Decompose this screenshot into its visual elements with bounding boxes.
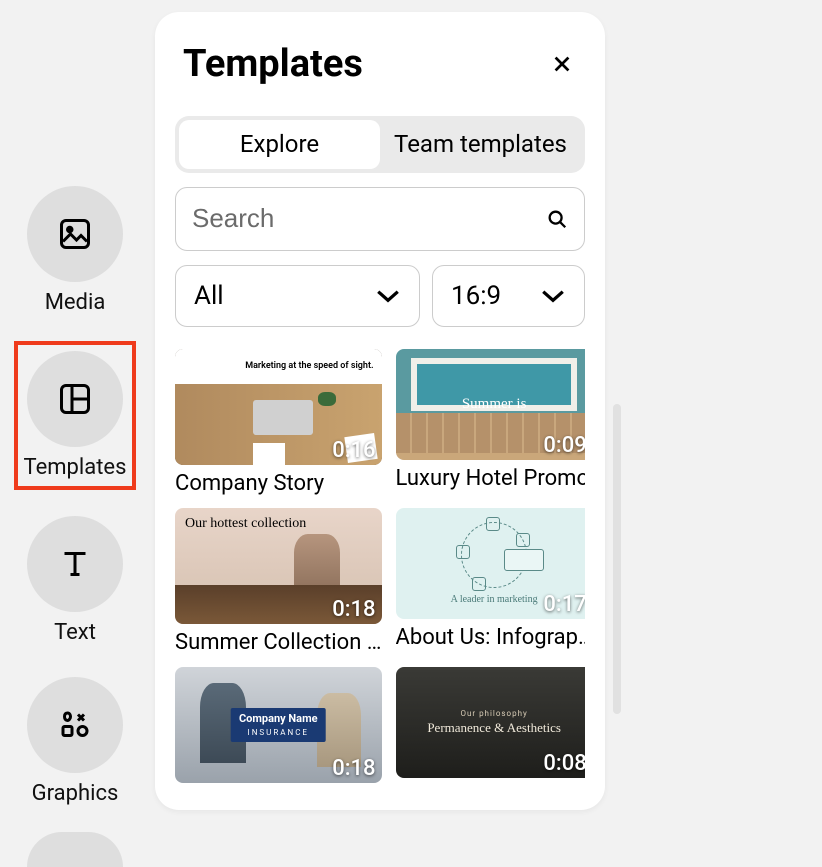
thumbnail: Summer is 0:09 bbox=[396, 349, 585, 460]
card-title: About Us: Infograp… bbox=[396, 625, 585, 650]
sidebar-item-text[interactable]: Text bbox=[21, 510, 129, 651]
search-input[interactable] bbox=[192, 203, 546, 234]
media-icon bbox=[27, 186, 123, 282]
sidebar-label: Templates bbox=[24, 455, 127, 480]
templates-icon bbox=[27, 351, 123, 447]
filter-category[interactable]: All bbox=[175, 265, 420, 327]
filter-ratio[interactable]: 16:9 bbox=[432, 265, 585, 327]
search-field[interactable] bbox=[175, 187, 585, 251]
graphics-icon bbox=[27, 677, 123, 773]
sidebar-label: Graphics bbox=[32, 781, 119, 806]
templates-panel: Templates Explore Team templates All 16:… bbox=[155, 12, 605, 810]
duration-badge: 0:18 bbox=[332, 597, 375, 622]
tabs: Explore Team templates bbox=[175, 116, 585, 173]
sidebar: Media Templates Text Graphics bbox=[0, 180, 150, 867]
template-card[interactable]: Marketing at the speed of sight. 0:16 Co… bbox=[175, 349, 382, 496]
duration-badge: 0:08 bbox=[543, 751, 585, 776]
template-card[interactable]: A leader in marketing 0:17 About Us: Inf… bbox=[396, 508, 585, 655]
text-icon bbox=[27, 516, 123, 612]
search-icon bbox=[546, 208, 568, 230]
chevron-down-icon bbox=[375, 288, 401, 304]
template-card[interactable]: Company NameINSURANCE 0:18 bbox=[175, 667, 382, 783]
thumbnail: Our philosophy Permanence & Aesthetics 0… bbox=[396, 667, 585, 778]
sidebar-label: Media bbox=[45, 290, 106, 315]
thumbnail: Marketing at the speed of sight. 0:16 bbox=[175, 349, 382, 465]
duration-badge: 0:17 bbox=[543, 592, 585, 617]
sidebar-item-partial bbox=[27, 832, 123, 867]
card-title: Company Story bbox=[175, 471, 382, 496]
sidebar-item-graphics[interactable]: Graphics bbox=[21, 671, 129, 812]
tab-team-templates[interactable]: Team templates bbox=[380, 120, 581, 169]
templates-grid: Marketing at the speed of sight. 0:16 Co… bbox=[175, 349, 585, 784]
thumbnail: Our hottest collection 0:18 bbox=[175, 508, 382, 624]
filter-category-value: All bbox=[194, 281, 224, 311]
sidebar-item-media[interactable]: Media bbox=[21, 180, 129, 321]
close-button[interactable] bbox=[547, 49, 577, 79]
template-card[interactable]: Our philosophy Permanence & Aesthetics 0… bbox=[396, 667, 585, 783]
filter-ratio-value: 16:9 bbox=[451, 281, 501, 311]
scrollbar[interactable] bbox=[613, 404, 621, 714]
template-card[interactable]: Summer is 0:09 Luxury Hotel Promo bbox=[396, 349, 585, 496]
close-icon bbox=[551, 53, 573, 75]
thumbnail: A leader in marketing 0:17 bbox=[396, 508, 585, 619]
sidebar-item-templates[interactable]: Templates bbox=[14, 341, 137, 490]
chevron-down-icon bbox=[540, 288, 566, 304]
duration-badge: 0:09 bbox=[543, 433, 585, 458]
template-card[interactable]: Our hottest collection 0:18 Summer Colle… bbox=[175, 508, 382, 655]
card-title: Luxury Hotel Promo bbox=[396, 466, 585, 491]
thumbnail: Company NameINSURANCE 0:18 bbox=[175, 667, 382, 783]
tab-explore[interactable]: Explore bbox=[179, 120, 380, 169]
duration-badge: 0:16 bbox=[332, 438, 375, 463]
panel-title: Templates bbox=[183, 42, 363, 86]
duration-badge: 0:18 bbox=[332, 756, 375, 781]
sidebar-label: Text bbox=[54, 620, 96, 645]
card-title: Summer Collection … bbox=[175, 630, 382, 655]
